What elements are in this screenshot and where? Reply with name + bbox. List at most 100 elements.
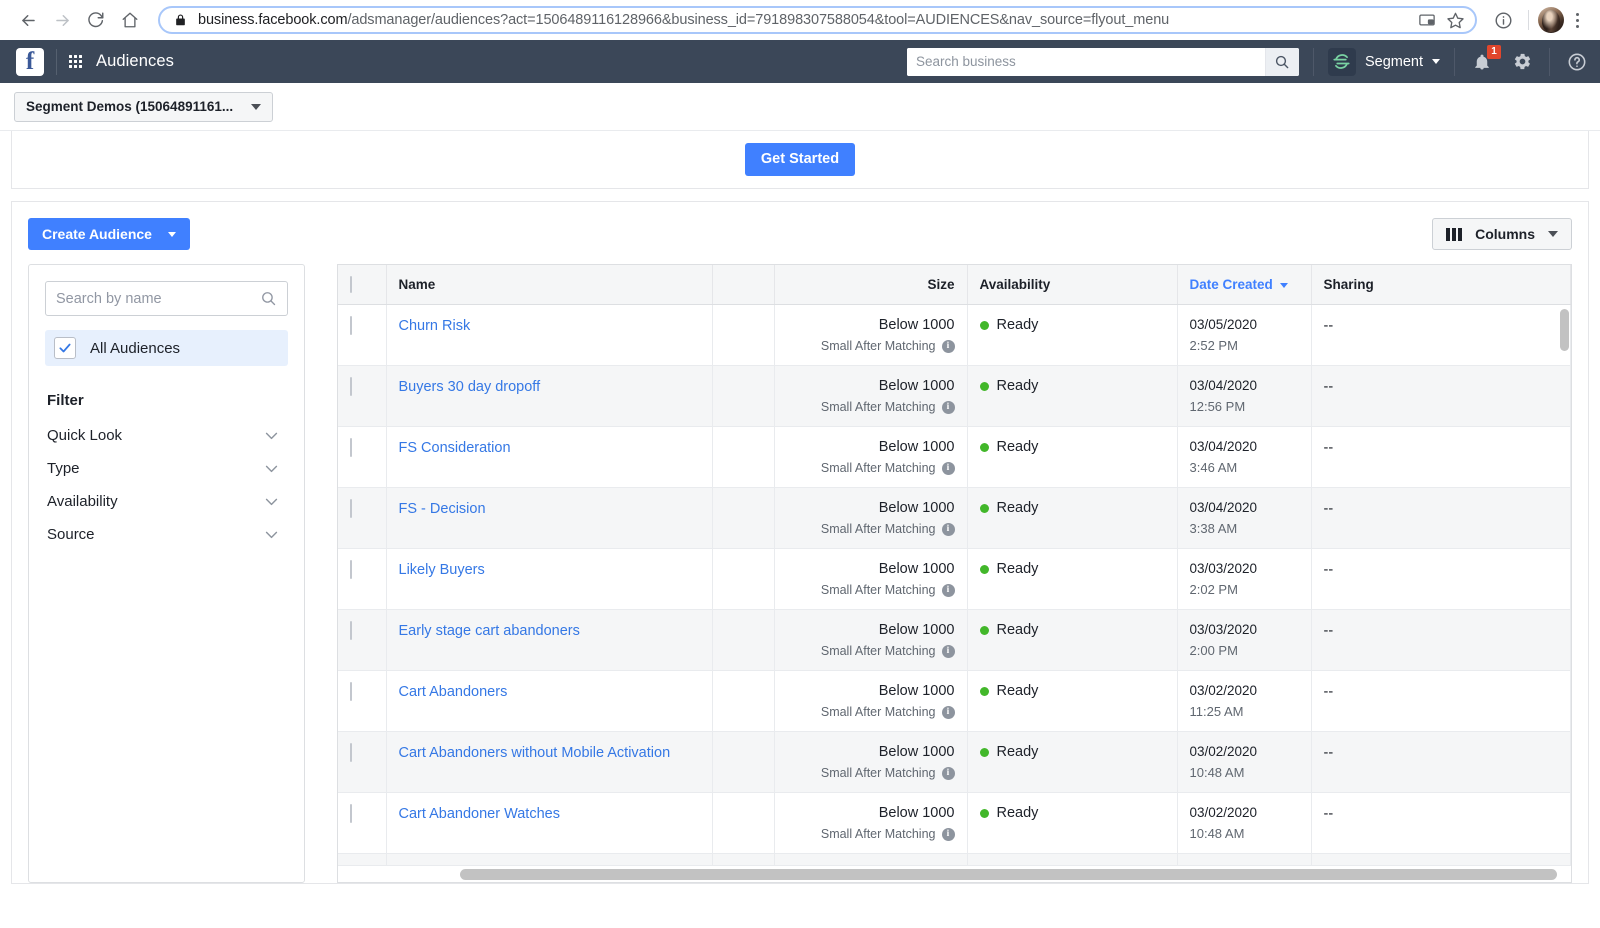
size-value: Below 1000 (787, 744, 955, 760)
table-row[interactable]: FS ConsiderationBelow 1000Small After Ma… (338, 427, 1571, 488)
create-audience-button[interactable]: Create Audience (28, 218, 190, 250)
columns-button[interactable]: Columns (1432, 218, 1572, 250)
home-icon[interactable] (114, 4, 146, 36)
row-size-cell: Below 1000Small After Matchingi (774, 793, 967, 854)
help-circle-icon[interactable] (1564, 49, 1590, 75)
bell-icon[interactable]: 1 (1469, 49, 1495, 75)
row-availability-cell: Ready (967, 427, 1177, 488)
row-checkbox[interactable] (350, 316, 352, 335)
info-icon[interactable]: i (942, 340, 955, 353)
row-checkbox[interactable] (350, 499, 352, 518)
horizontal-scrollbar-thumb[interactable] (460, 869, 1557, 880)
table-scroll-area[interactable]: Churn Risk Below 1000Small After Matching… (338, 305, 1571, 865)
facebook-logo-icon[interactable]: f (16, 48, 44, 76)
status-badge: Ready (980, 561, 1165, 577)
table-header-availability[interactable]: Availability (967, 265, 1177, 305)
filter-group-source[interactable]: Source (45, 518, 288, 551)
table-row[interactable]: FS - DecisionBelow 1000Small After Match… (338, 488, 1571, 549)
table-header-date-created[interactable]: Date Created (1177, 265, 1311, 305)
ad-account-selector[interactable]: Segment Demos (15064891161... (14, 92, 273, 122)
info-icon[interactable]: i (942, 401, 955, 414)
table-row[interactable]: Cart AbandonersBelow 1000Small After Mat… (338, 854, 1571, 866)
audience-name-link[interactable]: Cart Abandoners without Mobile Activatio… (399, 745, 671, 761)
table-row[interactable]: Early stage cart abandonersBelow 1000Sma… (338, 610, 1571, 671)
filter-group-type[interactable]: Type (45, 452, 288, 485)
business-search[interactable] (907, 48, 1299, 76)
row-select-cell[interactable] (338, 366, 386, 427)
filter-heading: Filter (47, 392, 288, 409)
address-bar[interactable]: business.facebook.com/adsmanager/audienc… (158, 6, 1477, 34)
search-by-name-input[interactable] (56, 291, 260, 307)
row-select-cell[interactable] (338, 671, 386, 732)
row-spacer-cell (712, 366, 774, 427)
row-checkbox[interactable] (350, 743, 352, 762)
kebab-menu-icon[interactable] (1566, 4, 1588, 36)
table-header-size[interactable]: Size (774, 265, 967, 305)
row-checkbox[interactable] (350, 804, 352, 823)
audience-name-link[interactable]: FS Consideration (399, 440, 511, 456)
table-row[interactable]: Cart Abandoner Watches Below 1000Small Af… (338, 793, 1571, 854)
all-audiences-checkbox[interactable] (54, 337, 76, 359)
select-all-checkbox[interactable] (350, 276, 352, 293)
search-input[interactable] (907, 48, 1265, 76)
info-icon[interactable]: i (942, 462, 955, 475)
row-select-cell[interactable] (338, 305, 386, 366)
filter-group-quick-look[interactable]: Quick Look (45, 419, 288, 452)
row-checkbox[interactable] (350, 621, 352, 640)
audience-name-link[interactable]: Likely Buyers (399, 562, 485, 578)
forward-arrow-icon[interactable] (46, 4, 78, 36)
search-icon[interactable] (260, 290, 277, 307)
audience-name-search[interactable] (45, 281, 288, 316)
back-arrow-icon[interactable] (12, 4, 44, 36)
table-row[interactable]: Churn RiskBelow 1000Small After Matching… (338, 305, 1571, 366)
table-row[interactable]: Cart AbandonersBelow 1000Small After Mat… (338, 671, 1571, 732)
search-icon[interactable] (1265, 48, 1299, 76)
table-header: Name Size Availability Date Created Shar… (338, 265, 1571, 305)
row-select-cell[interactable] (338, 793, 386, 854)
audience-name-link[interactable]: Cart Abandoner Watches (399, 806, 560, 822)
get-started-button[interactable]: Get Started (745, 143, 855, 176)
row-select-cell[interactable] (338, 549, 386, 610)
row-select-cell[interactable] (338, 610, 386, 671)
sidebar-item-all-audiences[interactable]: All Audiences (45, 330, 288, 366)
row-checkbox[interactable] (350, 560, 352, 579)
info-icon[interactable]: i (942, 645, 955, 658)
info-circle-icon[interactable] (1487, 4, 1519, 36)
filter-group-availability[interactable]: Availability (45, 485, 288, 518)
info-icon[interactable]: i (942, 706, 955, 719)
audience-name-link[interactable]: FS - Decision (399, 501, 486, 517)
table-header-name[interactable]: Name (386, 265, 712, 305)
table-header-select-all[interactable] (338, 265, 386, 305)
horizontal-scrollbar[interactable] (338, 865, 1571, 882)
status-dot-icon (980, 687, 989, 696)
table-row[interactable]: Likely BuyersBelow 1000Small After Match… (338, 549, 1571, 610)
info-icon[interactable]: i (942, 828, 955, 841)
row-checkbox[interactable] (350, 377, 352, 396)
row-checkbox[interactable] (350, 438, 352, 457)
audience-name-link[interactable]: Churn Risk (399, 318, 471, 334)
audience-name-link[interactable]: Early stage cart abandoners (399, 623, 580, 639)
gear-icon[interactable] (1509, 49, 1535, 75)
account-switcher[interactable]: Segment (1328, 48, 1440, 76)
table-header-sharing[interactable]: Sharing (1311, 265, 1571, 305)
bookmark-star-icon[interactable] (1446, 11, 1465, 30)
row-select-cell[interactable] (338, 488, 386, 549)
row-select-cell[interactable] (338, 732, 386, 793)
row-select-cell[interactable] (338, 427, 386, 488)
avatar[interactable] (1538, 7, 1564, 33)
audience-name-link[interactable]: Buyers 30 day dropoff (399, 379, 541, 395)
info-icon[interactable]: i (942, 584, 955, 597)
cast-icon[interactable] (1418, 11, 1436, 29)
row-sharing-cell: -- (1311, 732, 1571, 793)
reload-icon[interactable] (80, 4, 112, 36)
row-select-cell[interactable] (338, 854, 386, 866)
audience-name-link[interactable]: Cart Abandoners (399, 684, 508, 700)
table-row[interactable]: Cart Abandoners without Mobile Activatio… (338, 732, 1571, 793)
info-icon[interactable]: i (942, 523, 955, 536)
info-icon[interactable]: i (942, 767, 955, 780)
table-row[interactable]: Buyers 30 day dropoffBelow 1000Small Aft… (338, 366, 1571, 427)
row-date-cell: 03/02/202010:48 AM (1177, 793, 1311, 854)
vertical-scrollbar-thumb[interactable] (1560, 309, 1569, 351)
app-grid-icon[interactable] (69, 55, 82, 68)
row-checkbox[interactable] (350, 682, 352, 701)
